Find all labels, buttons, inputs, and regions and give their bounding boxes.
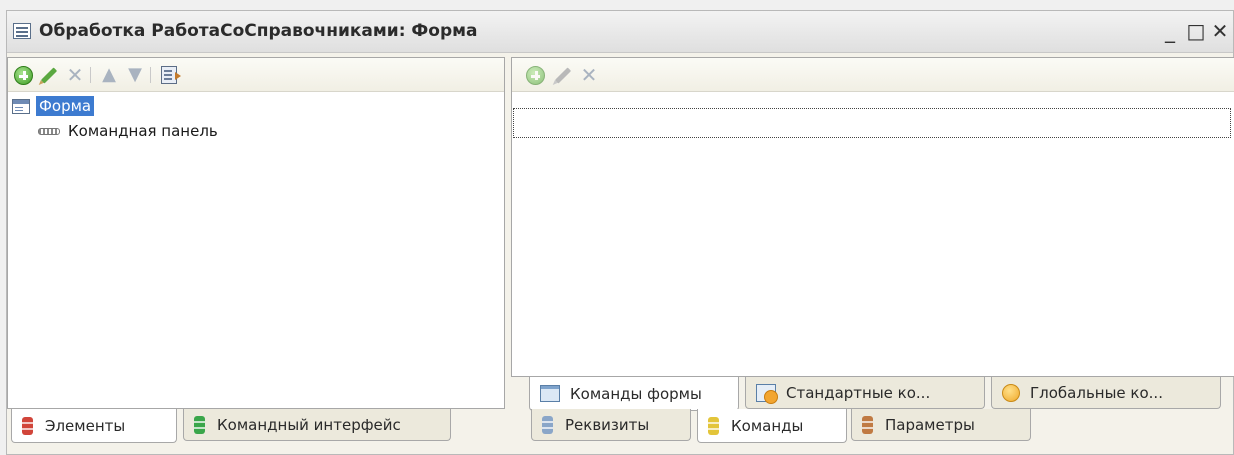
tab-parameters[interactable]: Параметры	[851, 409, 1031, 441]
db-green-icon	[194, 415, 205, 434]
edit-command-button[interactable]	[552, 64, 574, 86]
title-bar[interactable]: Обработка РаботаСоСправочниками: Форма _…	[7, 11, 1233, 53]
db-red-icon	[22, 416, 33, 435]
toolbar-separator	[90, 67, 91, 83]
tree-item-command-panel[interactable]: Командная панель	[38, 120, 218, 142]
tab-label: Команды	[731, 416, 804, 435]
elements-toolbar: ✕ ▲ ▼	[8, 58, 504, 92]
edit-button[interactable]	[38, 64, 60, 86]
delete-command-button[interactable]: ✕	[578, 64, 600, 86]
add-icon	[13, 65, 33, 85]
tab-label: Реквизиты	[565, 415, 650, 434]
tab-attributes[interactable]: Реквизиты	[531, 409, 691, 441]
tab-label: Стандартные ко...	[786, 383, 931, 402]
commands-toolbar: ✕	[512, 58, 1234, 92]
minimize-button[interactable]: _	[1159, 21, 1181, 43]
add-command-button[interactable]	[524, 64, 546, 86]
left-tabs: Элементы Командный интерфейс	[7, 409, 505, 443]
pencil-icon	[554, 66, 572, 84]
tree-item-label: Командная панель	[68, 122, 218, 140]
tree-item-label: Форма	[36, 96, 95, 116]
tree-item-form[interactable]: Форма	[12, 95, 95, 117]
move-down-button[interactable]: ▼	[124, 64, 146, 86]
maximize-button[interactable]: □	[1185, 21, 1207, 43]
delete-icon: ✕	[580, 63, 598, 87]
arrow-up-icon: ▲	[102, 64, 116, 85]
toolbar-separator	[150, 67, 151, 83]
properties-button[interactable]	[158, 64, 181, 86]
move-up-button[interactable]: ▲	[98, 64, 120, 86]
delete-icon: ✕	[66, 63, 84, 87]
tab-label: Параметры	[885, 415, 975, 434]
tab-label: Команды формы	[570, 384, 702, 403]
standard-commands-icon	[756, 383, 778, 404]
command-panel-icon	[38, 127, 60, 135]
command-type-tabs: Команды формы Стандартные ко... Глобальн…	[511, 377, 1234, 411]
pencil-icon	[40, 66, 58, 84]
delete-button[interactable]: ✕	[64, 64, 86, 86]
db-yellow-icon	[708, 416, 719, 435]
add-button[interactable]	[12, 64, 34, 86]
db-blue-icon	[542, 415, 553, 434]
command-list-row[interactable]	[513, 108, 1231, 138]
db-brown-icon	[862, 415, 873, 434]
global-commands-icon	[1002, 383, 1020, 402]
tab-label: Элементы	[45, 416, 126, 435]
commands-panel: ✕	[511, 57, 1234, 377]
tab-command-interface[interactable]: Командный интерфейс	[183, 409, 451, 441]
close-button[interactable]: ✕	[1209, 21, 1231, 43]
tab-global-commands[interactable]: Глобальные ко...	[991, 377, 1221, 409]
tab-standard-commands[interactable]: Стандартные ко...	[745, 377, 985, 409]
tab-label: Глобальные ко...	[1030, 383, 1163, 402]
tab-label: Командный интерфейс	[217, 415, 401, 434]
properties-icon	[161, 66, 181, 84]
tab-form-commands[interactable]: Команды формы	[529, 377, 739, 411]
form-window-icon	[13, 23, 31, 39]
elements-panel: ✕ ▲ ▼ Форма Командная панель	[7, 57, 505, 409]
form-icon	[12, 98, 30, 114]
window-icon	[540, 385, 560, 402]
tab-commands[interactable]: Команды	[697, 409, 847, 443]
window-title: Обработка РаботаСоСправочниками: Форма	[39, 21, 478, 41]
form-editor-window: Обработка РаботаСоСправочниками: Форма _…	[6, 10, 1234, 455]
tab-elements[interactable]: Элементы	[11, 409, 177, 443]
arrow-down-icon: ▼	[128, 64, 142, 85]
add-icon	[525, 65, 545, 85]
right-tabs: Реквизиты Команды Параметры	[511, 409, 1234, 443]
